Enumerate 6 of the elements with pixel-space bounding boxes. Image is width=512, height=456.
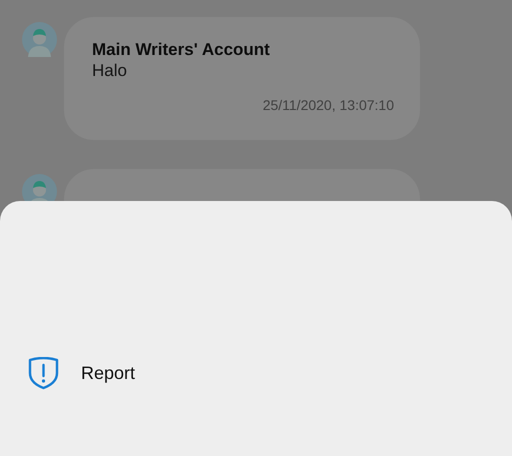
message-time: 25/11/2020, 13:07:10 <box>262 97 394 113</box>
avatar <box>22 22 57 57</box>
sender-name: Main Writers' Account <box>92 39 271 60</box>
shield-alert-icon <box>28 357 59 390</box>
message-text: Halo <box>92 60 128 81</box>
report-button[interactable]: Report <box>28 357 136 390</box>
